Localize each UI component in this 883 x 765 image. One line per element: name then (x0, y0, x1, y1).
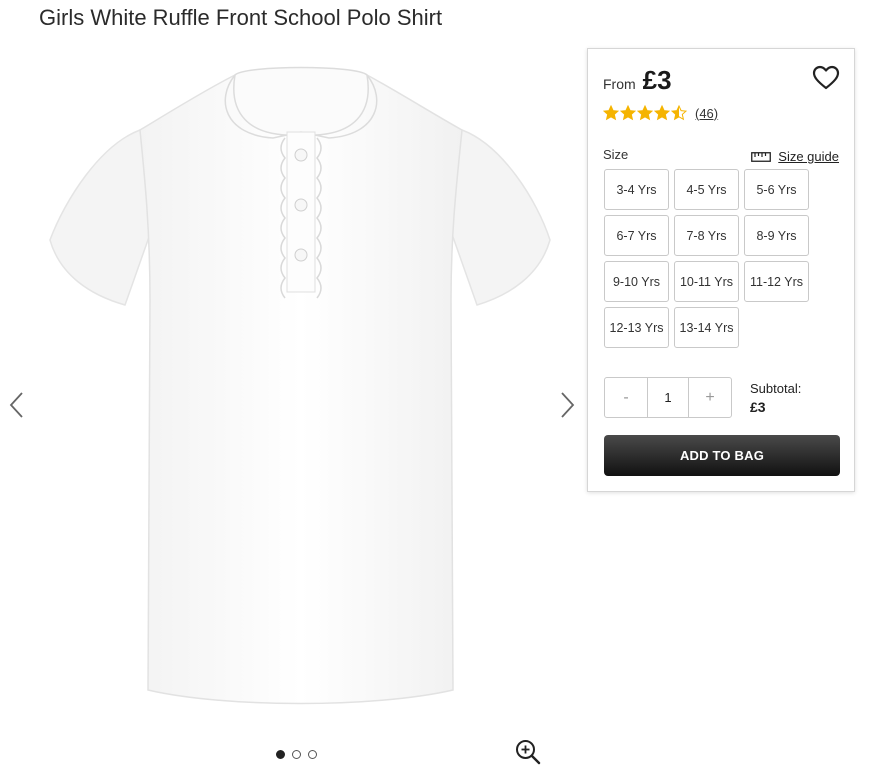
size-option[interactable]: 5-6 Yrs (744, 169, 809, 210)
size-option[interactable]: 10-11 Yrs (674, 261, 739, 302)
rating: (46) (603, 105, 718, 121)
size-option[interactable]: 11-12 Yrs (744, 261, 809, 302)
size-guide-label: Size guide (778, 149, 839, 164)
star-icon (671, 105, 687, 121)
subtotal: Subtotal: £3 (750, 380, 801, 416)
product-page: Girls White Ruffle Front School Polo Shi… (0, 0, 883, 765)
chevron-right-icon[interactable] (556, 390, 578, 420)
star-icon (620, 105, 636, 121)
star-icon (637, 105, 653, 121)
gallery-pagination (276, 750, 317, 759)
subtotal-label: Subtotal: (750, 381, 802, 396)
chevron-left-icon[interactable] (6, 390, 28, 420)
size-guide-link[interactable]: Size guide (751, 149, 839, 164)
price-value: £3 (642, 65, 672, 95)
quantity-input[interactable]: 1 (647, 378, 689, 417)
star-icon (654, 105, 670, 121)
purchase-panel: From £3 (46) Size Size guide 3-4 Yrs 4-5 … (587, 48, 855, 492)
size-label: Size (603, 147, 629, 162)
size-option[interactable]: 6-7 Yrs (604, 215, 669, 256)
page-title: Girls White Ruffle Front School Polo Shi… (39, 5, 443, 30)
gallery-dot[interactable] (276, 750, 285, 759)
size-option[interactable]: 8-9 Yrs (744, 215, 809, 256)
zoom-in-icon[interactable] (514, 738, 542, 765)
ruler-icon (751, 151, 772, 162)
gallery-dot[interactable] (292, 750, 301, 759)
gallery-dot[interactable] (308, 750, 317, 759)
size-option[interactable]: 9-10 Yrs (604, 261, 669, 302)
size-option[interactable]: 7-8 Yrs (674, 215, 739, 256)
quantity-increase-button[interactable]: + (689, 378, 731, 417)
size-option[interactable]: 12-13 Yrs (604, 307, 669, 348)
heart-icon[interactable] (812, 65, 840, 91)
price-prefix: From (603, 76, 636, 92)
add-to-bag-button[interactable]: ADD TO BAG (604, 435, 840, 476)
review-count-link[interactable]: (46) (695, 106, 718, 121)
size-options: 3-4 Yrs 4-5 Yrs 5-6 Yrs 6-7 Yrs 7-8 Yrs 8-9 Y… (604, 169, 809, 348)
product-gallery (0, 50, 583, 765)
price-block: From £3 (603, 65, 672, 96)
subtotal-value: £3 (750, 399, 766, 415)
size-option[interactable]: 13-14 Yrs (674, 307, 739, 348)
size-option[interactable]: 4-5 Yrs (674, 169, 739, 210)
star-icon (603, 105, 619, 121)
size-option[interactable]: 3-4 Yrs (604, 169, 669, 210)
product-image[interactable] (45, 60, 557, 720)
quantity-stepper: - 1 + (604, 377, 732, 418)
star-rating (603, 105, 687, 121)
quantity-decrease-button[interactable]: - (605, 378, 647, 417)
